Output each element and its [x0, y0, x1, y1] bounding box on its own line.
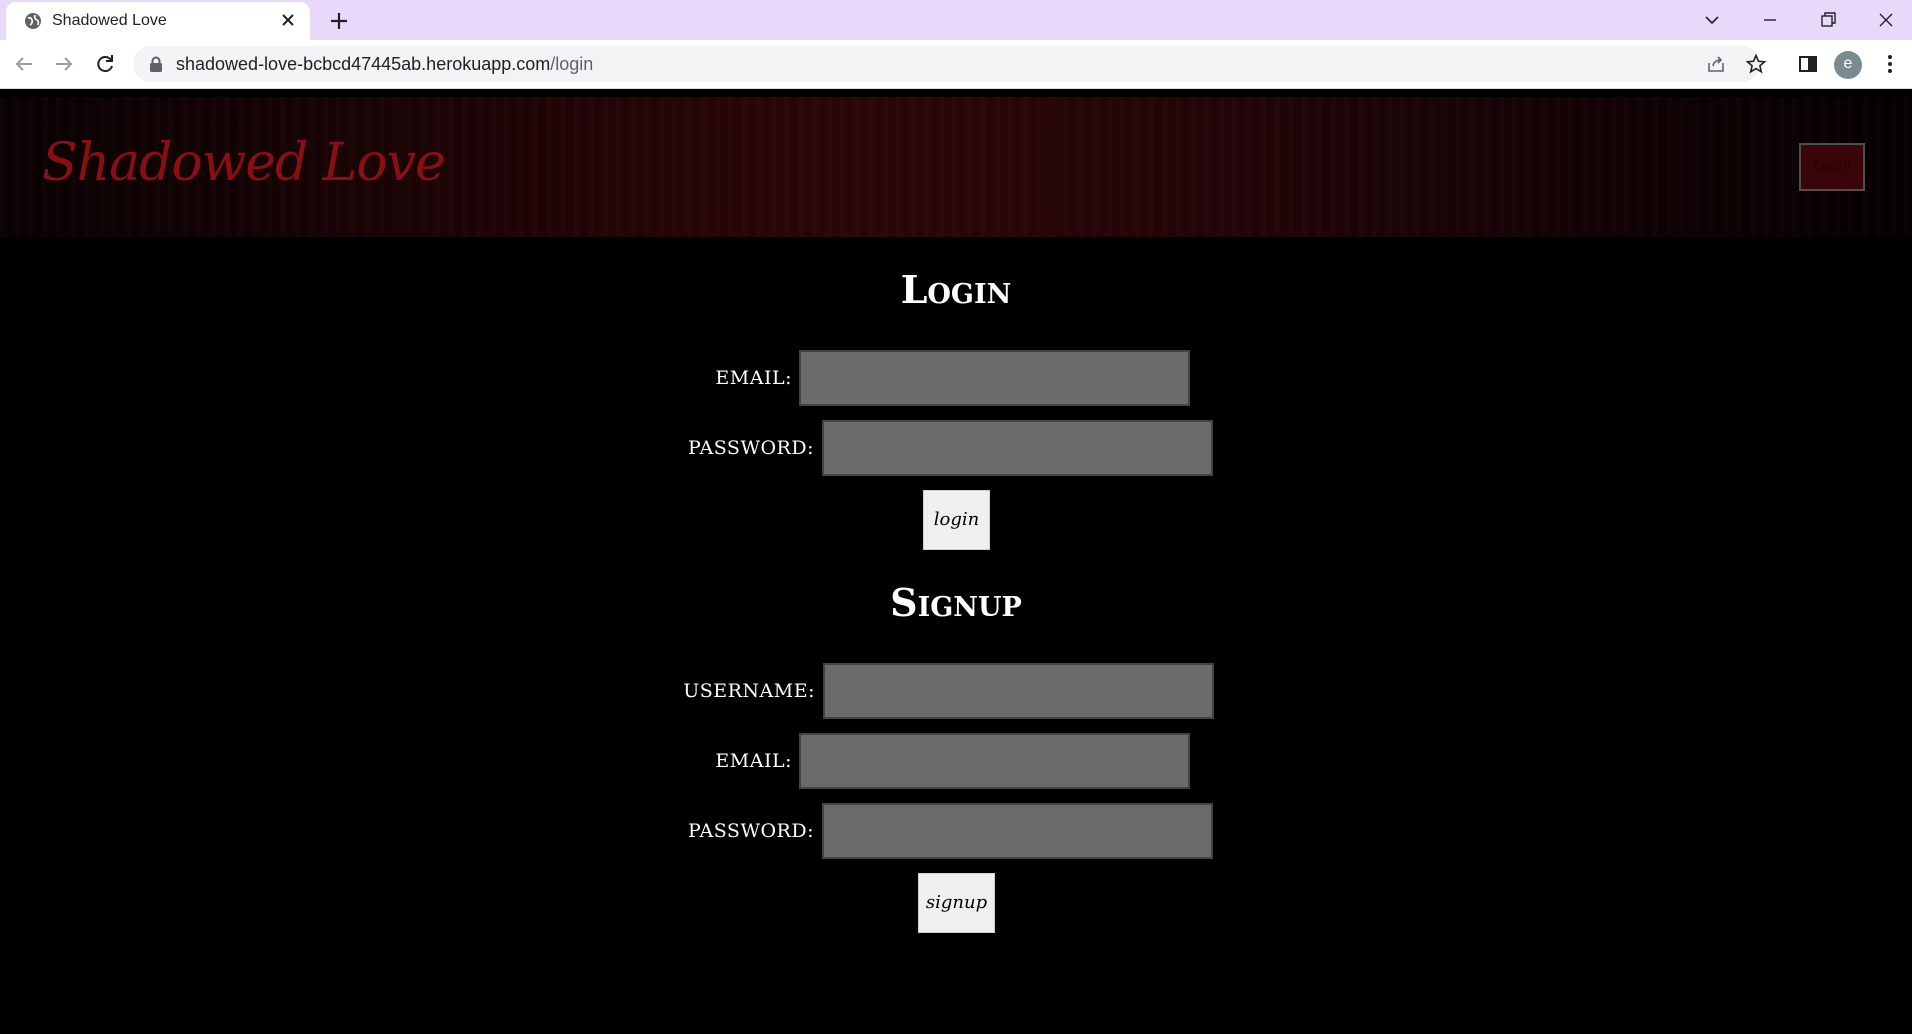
globe-icon: [25, 13, 41, 29]
tab-title: Shadowed Love: [52, 12, 167, 29]
profile-avatar[interactable]: e: [1834, 51, 1862, 79]
signup-password-label: PASSWORD:: [687, 820, 814, 842]
login-title: Login: [900, 267, 1012, 312]
signup-email-label: EMAIL:: [715, 750, 792, 772]
share-icon[interactable]: [1705, 53, 1727, 75]
login-email-input[interactable]: [799, 350, 1190, 406]
close-window-icon[interactable]: [1872, 6, 1900, 34]
tab-search-chevron-icon[interactable]: [1698, 6, 1726, 34]
url-path: /login: [550, 54, 594, 74]
close-tab-icon[interactable]: [278, 10, 298, 30]
signup-title: Signup: [890, 580, 1022, 625]
browser-tab[interactable]: Shadowed Love: [6, 2, 310, 40]
url-host: shadowed-love-bcbcd47445ab.herokuapp.com: [176, 54, 551, 74]
login-password-input[interactable]: [822, 420, 1213, 476]
restore-icon[interactable]: [1814, 6, 1842, 34]
url-text[interactable]: shadowed-love-bcbcd47445ab.herokuapp.com…: [176, 54, 593, 75]
signup-username-input[interactable]: [823, 663, 1214, 719]
minimize-icon[interactable]: [1756, 6, 1784, 34]
back-arrow-icon[interactable]: [10, 50, 38, 78]
address-bar[interactable]: shadowed-love-bcbcd47445ab.herokuapp.com…: [133, 46, 1767, 82]
login-submit-button[interactable]: login: [923, 490, 990, 550]
bookmark-star-icon[interactable]: [1745, 53, 1767, 75]
reload-icon[interactable]: [91, 50, 119, 78]
forward-arrow-icon[interactable]: [50, 50, 78, 78]
new-tab-icon[interactable]: [326, 8, 352, 34]
signup-username-label: USERNAME:: [683, 680, 815, 702]
login-email-label: EMAIL:: [715, 367, 792, 389]
signup-password-input[interactable]: [822, 803, 1213, 859]
site-logo[interactable]: Shadowed Love: [42, 133, 446, 193]
signup-submit-button[interactable]: signup: [918, 873, 995, 933]
page-content: Shadowed Love Login Login EMAIL: PASSWOR…: [0, 89, 1912, 1034]
header-login-button[interactable]: Login: [1799, 143, 1865, 191]
signup-email-input[interactable]: [799, 733, 1190, 789]
browser-tab-strip: Shadowed Love: [0, 0, 1912, 40]
login-password-label: PASSWORD:: [687, 437, 814, 459]
side-panel-icon[interactable]: [1794, 50, 1822, 78]
site-header: Shadowed Love Login: [0, 97, 1912, 237]
browser-toolbar: shadowed-love-bcbcd47445ab.herokuapp.com…: [0, 40, 1912, 89]
kebab-menu-icon[interactable]: [1876, 50, 1904, 78]
lock-icon[interactable]: [149, 56, 163, 72]
